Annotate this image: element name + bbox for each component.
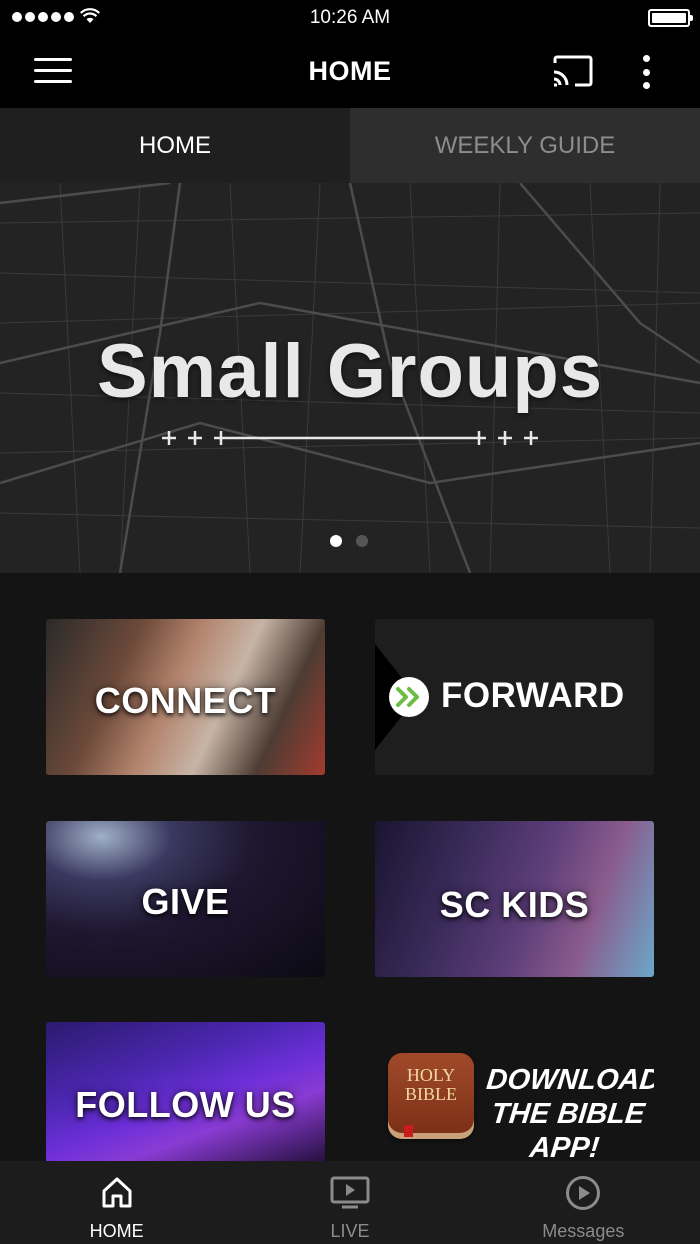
carousel-dot-1[interactable] — [330, 535, 342, 547]
more-options-icon[interactable] — [636, 54, 656, 90]
tab-home[interactable]: HOME — [0, 108, 350, 183]
bible-book-text: HOLY BIBLE — [405, 1065, 457, 1104]
connect-tile[interactable]: CONNECT — [46, 619, 325, 775]
give-label: GIVE — [141, 881, 230, 922]
tv-icon — [330, 1176, 370, 1209]
bottom-nav: HOME LIVE Messages — [0, 1161, 700, 1244]
play-circle-icon — [566, 1176, 601, 1210]
follow-us-label: FOLLOW US — [75, 1084, 296, 1125]
status-time: 10:26 AM — [309, 7, 391, 28]
app-bar: HOME — [0, 36, 700, 108]
bible-ribbon — [404, 1125, 413, 1137]
page-title: HOME — [308, 56, 392, 86]
cast-icon[interactable] — [551, 54, 593, 88]
battery-icon — [648, 9, 693, 27]
nav-messages[interactable]: Messages — [467, 1161, 700, 1244]
status-bar: 10:26 AM — [0, 0, 700, 36]
nav-live-label: LIVE — [330, 1221, 370, 1241]
forward-logo-icon — [389, 677, 429, 717]
give-tile[interactable]: GIVE — [46, 821, 325, 977]
tab-bar: HOME WEEKLY GUIDE — [0, 108, 700, 183]
home-icon — [102, 1177, 132, 1208]
hamburger-menu-icon[interactable] — [34, 58, 72, 86]
carousel-indicators — [330, 535, 368, 547]
bible-book-icon: HOLY BIBLE — [388, 1053, 474, 1139]
carousel-dot-2[interactable] — [356, 535, 368, 547]
tab-weekly-guide[interactable]: WEEKLY GUIDE — [350, 108, 700, 183]
bible-app-tile[interactable]: HOLY BIBLE DOWNLOAD THE BIBLE APP! — [375, 1022, 654, 1161]
download-bible-app-label: DOWNLOAD THE BIBLE APP! — [484, 1064, 654, 1161]
sc-kids-tile[interactable]: SC KIDS — [375, 821, 654, 977]
banner-divider — [162, 431, 538, 445]
banner-carousel[interactable]: Small Groups — [0, 183, 700, 573]
nav-home-label: HOME — [89, 1221, 144, 1241]
nav-live[interactable]: LIVE — [233, 1161, 466, 1244]
banner-title: Small Groups — [96, 329, 604, 414]
forward-label: FORWARD — [441, 676, 625, 715]
connect-label: CONNECT — [94, 680, 277, 721]
nav-home[interactable]: HOME — [0, 1161, 233, 1244]
follow-us-tile[interactable]: FOLLOW US — [46, 1022, 325, 1161]
sc-kids-label: SC KIDS — [439, 884, 590, 925]
nav-messages-label: Messages — [542, 1221, 625, 1241]
forward-tile[interactable]: FORWARD — [375, 619, 654, 775]
